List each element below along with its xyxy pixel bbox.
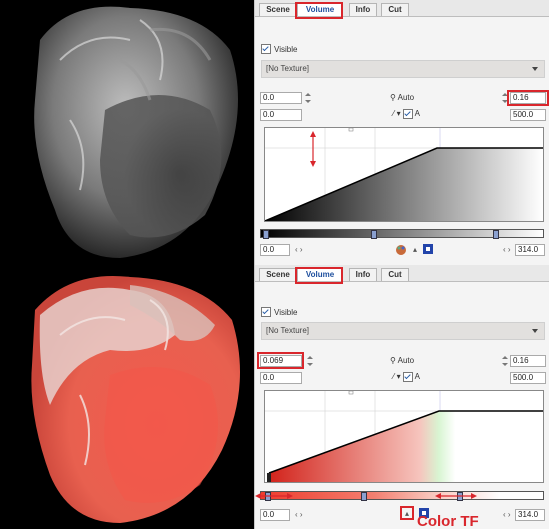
colormap-handle-min[interactable] xyxy=(263,230,269,239)
visible-label: Visible xyxy=(274,44,298,54)
pin-icon: ⚲ xyxy=(390,356,396,365)
color-heart-render xyxy=(31,275,241,523)
pin-icon: ⚲ xyxy=(390,93,396,102)
upper-threshold-field[interactable]: 0.16 xyxy=(510,355,546,367)
visible-label: Visible xyxy=(274,307,298,317)
highlight-upper-threshold xyxy=(507,90,549,106)
volume-render-bottom[interactable] xyxy=(0,265,254,529)
colormap-icon[interactable] xyxy=(423,244,433,254)
highlight-volume-tab xyxy=(295,2,343,19)
alpha-checkbox[interactable] xyxy=(402,109,413,119)
tab-info[interactable]: Info xyxy=(349,268,377,281)
auto-button[interactable]: ⚲ Auto xyxy=(390,356,414,365)
transfer-function-graph[interactable] xyxy=(264,127,544,222)
colormap-handle-max[interactable] xyxy=(493,230,499,239)
range-max-spinner[interactable]: ‹ › xyxy=(503,510,511,519)
transfer-function-graph[interactable] xyxy=(264,390,544,483)
curve-icon: ⁄ xyxy=(393,372,395,382)
lower-threshold-field[interactable]: 0.0 xyxy=(260,92,302,104)
chevron-down-icon xyxy=(532,329,538,333)
range-max-field[interactable]: 314.0 xyxy=(515,509,545,521)
curve-controls[interactable]: ⁄ ▾ A xyxy=(393,109,420,119)
max-value-field[interactable]: 500.0 xyxy=(510,109,546,121)
texture-dropdown[interactable]: [No Texture] xyxy=(261,60,545,78)
alpha-checkbox[interactable] xyxy=(402,372,413,382)
palette-icon[interactable] xyxy=(395,244,409,256)
opacity-curve xyxy=(265,390,543,482)
texture-dropdown[interactable]: [No Texture] xyxy=(261,322,545,340)
visible-toggle[interactable]: Visible xyxy=(261,307,297,317)
range-min-field[interactable]: 0.0 xyxy=(260,244,290,256)
range-max-spinner[interactable]: ‹ › xyxy=(503,245,511,254)
texture-value: [No Texture] xyxy=(266,64,309,73)
max-value-field[interactable]: 500.0 xyxy=(510,372,546,384)
visible-checkbox[interactable] xyxy=(261,307,271,317)
colormap-handle-mid[interactable] xyxy=(361,492,367,501)
volume-panel-top: Scene Volume Info Cut Visible [No Textur… xyxy=(254,0,549,265)
min-value-field[interactable]: 0.0 xyxy=(260,109,302,121)
left-drag-arrow xyxy=(255,493,293,499)
tab-scene[interactable]: Scene xyxy=(259,3,297,16)
range-max-field[interactable]: 314.0 xyxy=(515,244,545,256)
upper-threshold-spinner[interactable] xyxy=(502,355,508,367)
grayscale-colormap-bar[interactable] xyxy=(260,229,544,239)
texture-value: [No Texture] xyxy=(266,326,309,335)
visible-toggle[interactable]: Visible xyxy=(261,44,297,54)
tab-cut[interactable]: Cut xyxy=(381,3,409,16)
chevron-up-icon[interactable]: ▴ xyxy=(413,245,417,254)
chevron-down-icon: ▾ xyxy=(396,372,401,382)
tab-cut[interactable]: Cut xyxy=(381,268,409,281)
range-min-field[interactable]: 0.0 xyxy=(260,509,290,521)
grayscale-heart-render xyxy=(34,6,238,258)
lower-threshold-spinner[interactable] xyxy=(307,355,313,367)
volume-render-top[interactable] xyxy=(0,0,254,265)
visible-checkbox[interactable] xyxy=(261,44,271,54)
highlight-lower-threshold xyxy=(257,352,304,369)
range-min-spinner[interactable]: ‹ › xyxy=(295,510,303,519)
tab-info[interactable]: Info xyxy=(349,3,377,16)
chevron-down-icon: ▾ xyxy=(396,109,401,119)
curve-controls[interactable]: ⁄ ▾ A xyxy=(393,372,420,382)
colormap-handle-mid[interactable] xyxy=(371,230,377,239)
min-value-field[interactable]: 0.0 xyxy=(260,372,302,384)
tab-scene[interactable]: Scene xyxy=(259,268,297,281)
highlight-color-tf-button xyxy=(400,506,414,520)
color-tf-callout: Color TF xyxy=(417,513,479,530)
right-drag-arrow xyxy=(435,493,477,499)
highlight-volume-tab xyxy=(295,267,343,284)
volume-panel-bottom: Scene Volume Info Cut Visible [No Textur… xyxy=(254,265,549,530)
auto-button[interactable]: ⚲ Auto xyxy=(390,93,414,102)
opacity-curve xyxy=(264,127,543,222)
range-min-spinner[interactable]: ‹ › xyxy=(295,245,303,254)
lower-threshold-spinner[interactable] xyxy=(305,92,311,104)
curve-icon: ⁄ xyxy=(393,109,395,119)
chevron-down-icon xyxy=(532,67,538,71)
